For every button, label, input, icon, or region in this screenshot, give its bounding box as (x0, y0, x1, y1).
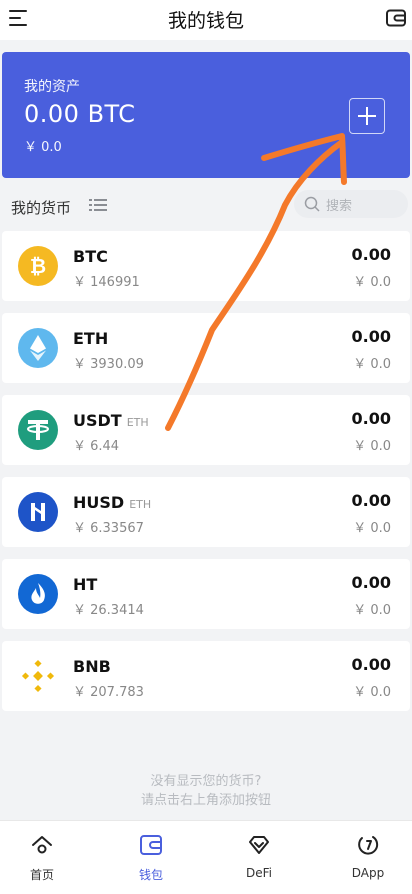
coin-cny-value: ￥ 0.0 (353, 439, 391, 454)
coin-row-usdt[interactable]: USDT ETH ￥ 6.44 0.00 ￥ 0.0 (2, 395, 410, 465)
coin-symbol: ETH (73, 329, 109, 348)
tab-label: 首页 (29, 868, 54, 882)
tab-home[interactable]: 首页 (12, 821, 72, 894)
coin-amount: 0.00 (351, 573, 391, 592)
coin-row-btc[interactable]: ₿ BTC ￥ 146991 0.00 ￥ 0.0 (2, 231, 410, 301)
search-placeholder: 搜索 (326, 199, 353, 214)
coin-price: ￥ 146991 (73, 275, 140, 290)
coin-row-ht[interactable]: HT ￥ 26.3414 0.00 ￥ 0.0 (2, 559, 410, 629)
coin-amount: 0.00 (351, 655, 391, 674)
coin-cny-value: ￥ 0.0 (353, 357, 391, 372)
asset-total-value: 0.00 BTC (24, 100, 136, 128)
asset-cny-value: ￥ 0.0 (24, 140, 62, 155)
coin-cny-value: ￥ 0.0 (353, 275, 391, 290)
coin-row-eth[interactable]: ETH ￥ 3930.09 0.00 ￥ 0.0 (2, 313, 410, 383)
defi-icon (249, 836, 269, 854)
coin-amount: 0.00 (351, 327, 391, 346)
list-view-icon[interactable] (89, 197, 107, 213)
tab-wallet[interactable]: 钱包 (121, 821, 181, 894)
usdt-icon (18, 410, 58, 450)
tab-defi[interactable]: DeFi (229, 821, 289, 894)
tab-label: 钱包 (138, 868, 163, 882)
btc-icon: ₿ (18, 246, 58, 286)
asset-label: 我的资产 (24, 79, 80, 95)
wallet-icon[interactable] (386, 9, 406, 27)
husd-icon (18, 492, 58, 532)
wallet-tab-icon (140, 835, 162, 855)
coin-symbol: HUSD ETH (73, 493, 152, 512)
page-title: 我的钱包 (167, 10, 244, 32)
add-currency-button[interactable] (349, 98, 385, 134)
eth-icon (18, 328, 58, 368)
bnb-icon (18, 656, 58, 696)
bottom-tab-bar: 首页 钱包 DeFi DApp (0, 820, 412, 894)
asset-card: 我的资产 0.00 BTC ￥ 0.0 (2, 52, 410, 178)
coin-row-husd[interactable]: HUSD ETH ￥ 6.33567 0.00 ￥ 0.0 (2, 477, 410, 547)
coin-price: ￥ 207.783 (73, 685, 144, 700)
coin-cny-value: ￥ 0.0 (353, 603, 391, 618)
coin-price: ￥ 3930.09 (73, 357, 144, 372)
home-icon (32, 836, 52, 854)
coin-cny-value: ￥ 0.0 (353, 521, 391, 536)
svg-text:₿: ₿ (30, 254, 46, 278)
coin-symbol: HT (73, 575, 98, 594)
coin-amount: 0.00 (351, 245, 391, 264)
dapp-icon (358, 836, 379, 855)
search-icon (304, 196, 320, 212)
coin-symbol: BTC (73, 247, 108, 266)
ht-icon (18, 574, 58, 614)
coin-price: ￥ 26.3414 (73, 603, 144, 618)
currencies-title: 我的货币 (11, 199, 72, 217)
coin-amount: 0.00 (351, 491, 391, 510)
top-bar: 我的钱包 (0, 0, 412, 40)
coin-price: ￥ 6.33567 (73, 521, 144, 536)
coin-symbol: USDT ETH (73, 411, 149, 430)
tab-label: DeFi (246, 866, 272, 880)
tab-dapp[interactable]: DApp (338, 821, 398, 894)
hint-line-1: 没有显示您的货币? (150, 774, 262, 789)
coin-amount: 0.00 (351, 409, 391, 428)
tab-label: DApp (351, 866, 385, 880)
coin-symbol: BNB (73, 657, 111, 676)
coin-cny-value: ￥ 0.0 (353, 685, 391, 700)
coin-row-bnb[interactable]: BNB ￥ 207.783 0.00 ￥ 0.0 (2, 641, 410, 711)
hint-line-2: 请点击右上角添加按钮 (140, 793, 271, 808)
search-input[interactable]: 搜索 (294, 190, 408, 218)
coin-price: ￥ 6.44 (73, 439, 120, 454)
